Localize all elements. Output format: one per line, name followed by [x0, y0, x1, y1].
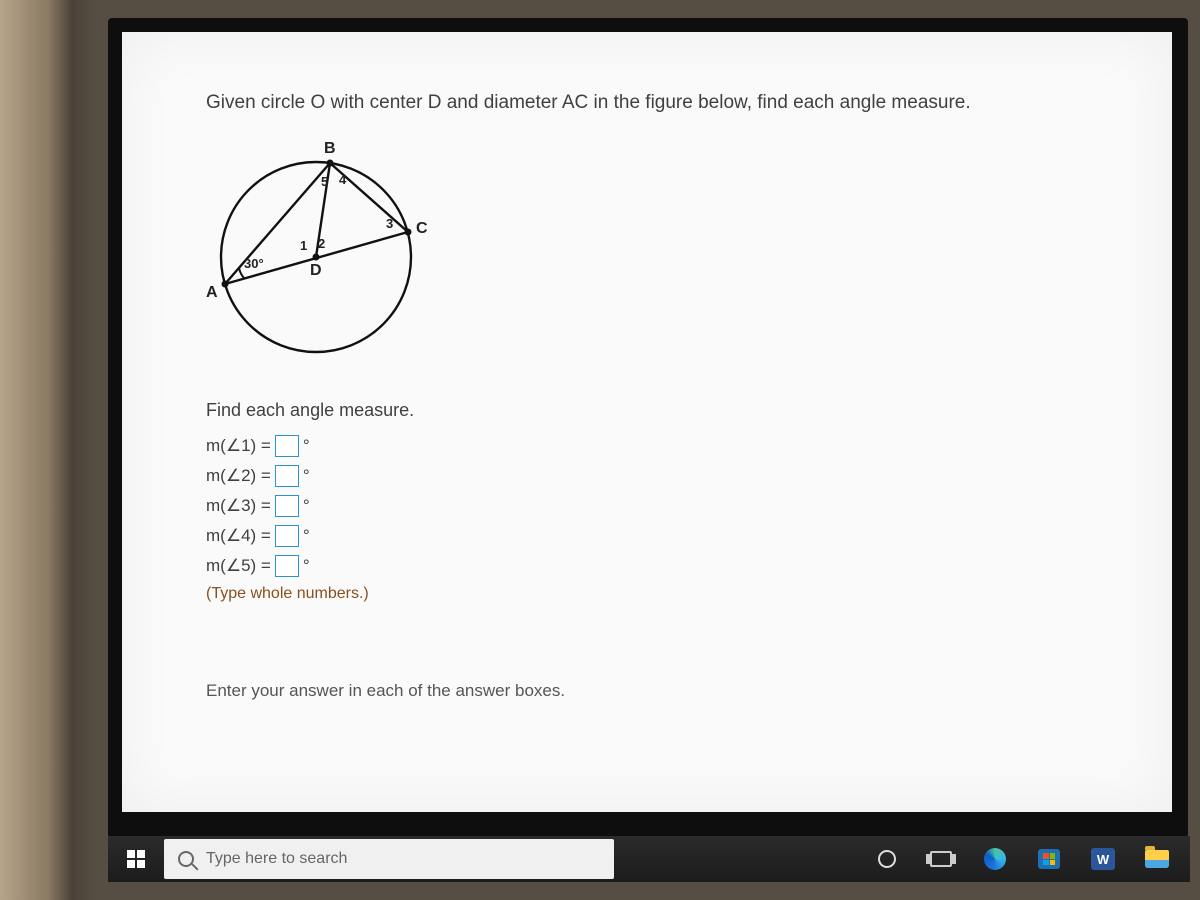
taskbar-tray: W — [864, 836, 1190, 882]
answer-label-4: m(∠4) = — [206, 526, 271, 546]
answer-unit-5: ° — [303, 556, 310, 576]
answer-input-2[interactable] — [275, 465, 299, 487]
answer-row-1: m(∠1) = ° — [206, 435, 1116, 457]
footnote-text: Enter your answer in each of the answer … — [206, 681, 1116, 701]
cortana-button[interactable] — [864, 836, 910, 882]
search-placeholder: Type here to search — [206, 850, 347, 868]
answer-unit-3: ° — [303, 496, 310, 516]
diagram-angle-5: 5 — [321, 174, 328, 189]
cortana-icon — [878, 850, 896, 868]
problem-content: Given circle O with center D and diamete… — [122, 32, 1172, 812]
diagram-angle-2: 2 — [318, 236, 325, 251]
answer-input-1[interactable] — [275, 435, 299, 457]
diagram-angle-1: 1 — [300, 238, 307, 253]
taskbar-search[interactable]: Type here to search — [164, 839, 614, 879]
word-icon: W — [1091, 848, 1115, 870]
answer-row-4: m(∠4) = ° — [206, 525, 1116, 547]
answer-unit-4: ° — [303, 526, 310, 546]
folder-icon — [1145, 850, 1169, 868]
diagram-angle-30: 30° — [244, 256, 264, 271]
diagram-label-D: D — [310, 262, 322, 280]
answer-input-5[interactable] — [275, 555, 299, 577]
file-explorer-button[interactable] — [1134, 836, 1180, 882]
diagram-angle-3: 3 — [386, 216, 393, 231]
windows-icon — [127, 850, 145, 868]
search-icon — [178, 851, 194, 867]
answer-row-2: m(∠2) = ° — [206, 465, 1116, 487]
hint-text: (Type whole numbers.) — [206, 585, 1116, 603]
question-text: Given circle O with center D and diamete… — [206, 92, 1116, 114]
diagram-angle-4: 4 — [339, 172, 346, 187]
answer-row-3: m(∠3) = ° — [206, 495, 1116, 517]
edge-button[interactable] — [972, 836, 1018, 882]
answer-input-3[interactable] — [275, 495, 299, 517]
answer-label-2: m(∠2) = — [206, 466, 271, 486]
start-button[interactable] — [108, 836, 164, 882]
answer-unit-1: ° — [303, 436, 310, 456]
word-button[interactable]: W — [1080, 836, 1126, 882]
diagram-label-B: B — [324, 140, 336, 158]
edge-icon — [984, 848, 1006, 870]
answer-input-4[interactable] — [275, 525, 299, 547]
diagram-label-A: A — [206, 284, 218, 302]
answer-label-3: m(∠3) = — [206, 496, 271, 516]
instruction-text: Find each angle measure. — [206, 400, 1116, 421]
store-icon — [1038, 849, 1060, 869]
store-button[interactable] — [1026, 836, 1072, 882]
task-view-button[interactable] — [918, 836, 964, 882]
diagram-label-C: C — [416, 220, 428, 238]
circle-diagram: A B C D 30° 1 2 3 4 5 — [200, 132, 432, 364]
answer-row-5: m(∠5) = ° — [206, 555, 1116, 577]
answer-unit-2: ° — [303, 466, 310, 486]
screen-panel: Given circle O with center D and diamete… — [108, 18, 1188, 838]
task-view-icon — [930, 851, 952, 867]
windows-taskbar: Type here to search W — [108, 836, 1190, 882]
answer-label-1: m(∠1) = — [206, 436, 271, 456]
answer-label-5: m(∠5) = — [206, 556, 271, 576]
